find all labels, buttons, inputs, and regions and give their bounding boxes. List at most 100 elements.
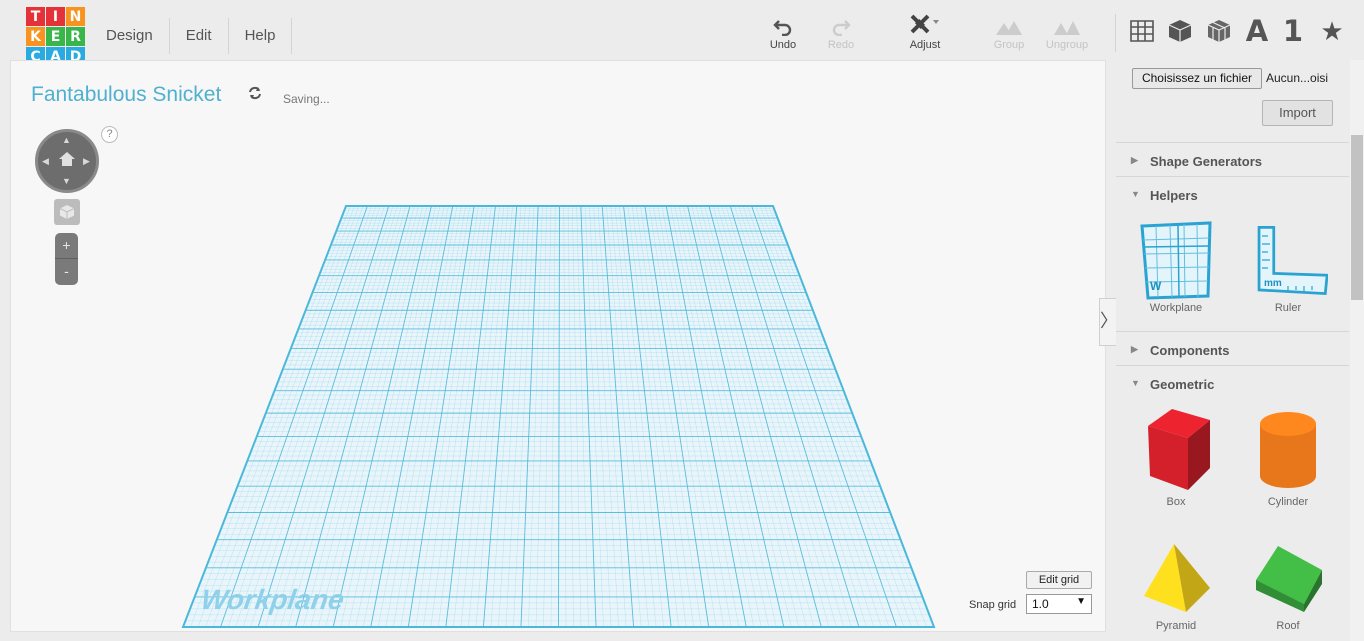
workplane-helper-icon: W (1140, 221, 1212, 300)
roof-shape-icon (1256, 546, 1322, 612)
section-geometric[interactable]: ▼ Geometric (1116, 365, 1349, 399)
logo-letter: E (46, 27, 65, 46)
star-icon: ★ (1320, 15, 1344, 46)
group-icon (996, 21, 1022, 35)
section-helpers[interactable]: ▼ Helpers (1116, 176, 1349, 210)
menu-help[interactable]: Help (229, 18, 293, 54)
tinkercad-logo[interactable]: TINKERCAD (26, 7, 85, 66)
adjust-button[interactable]: Adjust (895, 14, 955, 51)
view-help-button[interactable]: ? (101, 126, 118, 143)
ruler-helper-unit: mm (1264, 278, 1282, 289)
undo-label: Undo (769, 39, 797, 51)
logo-letter: T (26, 7, 45, 26)
refresh-icon (249, 86, 261, 100)
pan-left-icon[interactable]: ◀ (42, 156, 49, 167)
logo-letter: R (66, 27, 85, 46)
section-components[interactable]: ▶ Components (1116, 331, 1349, 365)
group-button[interactable]: Group (979, 14, 1039, 51)
group-label: Group (993, 39, 1025, 51)
collapsed-triangle-icon: ▶ (1131, 155, 1138, 165)
redo-label: Redo (827, 39, 855, 51)
menu-edit[interactable]: Edit (170, 18, 229, 54)
view-navigation-control[interactable]: ▲ ▼ ◀ ▶ (35, 129, 99, 193)
workplane-grid[interactable]: Workplane (11, 61, 1107, 633)
wire-cube-tool-button[interactable] (1205, 16, 1233, 46)
pan-up-icon[interactable]: ▲ (62, 135, 71, 145)
section-label: Shape Generators (1150, 154, 1262, 169)
helper-workplane[interactable]: W Workplane (1126, 220, 1226, 314)
snap-grid-value: 1.0 (1032, 597, 1049, 611)
adjust-icon (910, 14, 939, 34)
panel-scrollbar-thumb[interactable] (1351, 135, 1363, 300)
expanded-triangle-icon: ▼ (1131, 378, 1140, 388)
shape-label: Box (1166, 496, 1186, 508)
favorites-tool-button[interactable]: ★ (1318, 16, 1346, 46)
shape-roof[interactable]: Roof (1238, 540, 1338, 632)
redo-button[interactable]: Redo (811, 14, 871, 51)
number-tool-button[interactable]: 1 (1281, 14, 1305, 48)
helper-label: Workplane (1149, 302, 1203, 314)
dropdown-arrow-icon: ▼ (1076, 596, 1086, 607)
shape-label: Cylinder (1267, 496, 1309, 508)
zoom-out-button[interactable]: - (55, 259, 78, 285)
toolbar-divider (1115, 14, 1116, 52)
pan-right-icon[interactable]: ▶ (83, 156, 90, 167)
chosen-file-name: Aucun...oisi (1266, 71, 1329, 85)
redo-icon (832, 20, 851, 36)
ungroup-icon (1054, 21, 1080, 35)
logo-letter: I (46, 7, 65, 26)
shape-box[interactable]: Box (1126, 406, 1226, 508)
project-title[interactable]: Fantabulous Snicket (31, 83, 221, 107)
design-canvas[interactable]: Workplane Fantabulous Snicket Saving... … (10, 60, 1106, 632)
import-button[interactable]: Import (1262, 100, 1333, 126)
logo-letter: K (26, 27, 45, 46)
grid-tool-button[interactable] (1128, 16, 1156, 46)
main-menu: Design Edit Help (84, 18, 293, 54)
text-tool-label: A (1245, 14, 1269, 48)
refresh-button[interactable] (247, 85, 263, 106)
pyramid-shape-icon (1144, 544, 1210, 612)
snap-grid-label: Snap grid (969, 599, 1017, 611)
grid-icon (1130, 20, 1154, 42)
collapsed-triangle-icon: ▶ (1131, 344, 1138, 354)
ungroup-label: Ungroup (1045, 39, 1089, 51)
pan-down-icon[interactable]: ▼ (62, 176, 71, 186)
home-icon[interactable] (58, 151, 76, 167)
section-label: Components (1150, 343, 1230, 358)
number-tool-label: 1 (1282, 14, 1304, 48)
snap-grid-select[interactable]: 1.0 ▼ (1026, 594, 1092, 614)
section-label: Helpers (1150, 188, 1198, 203)
ungroup-button[interactable]: Ungroup (1037, 14, 1097, 51)
section-shape-generators[interactable]: ▶ Shape Generators (1116, 142, 1349, 176)
adjust-label: Adjust (909, 39, 941, 51)
expanded-triangle-icon: ▼ (1131, 189, 1140, 199)
solid-cube-tool-button[interactable] (1166, 16, 1194, 46)
edit-grid-button[interactable]: Edit grid (1026, 571, 1092, 589)
undo-icon (773, 20, 792, 36)
wire-cube-icon (1207, 20, 1231, 42)
section-label: Geometric (1150, 377, 1215, 392)
save-status: Saving... (283, 92, 330, 106)
ortho-view-button[interactable] (54, 199, 80, 225)
shapes-panel: Choisissez un fichier Aucun...oisi Impor… (1116, 60, 1349, 641)
logo-letter: N (66, 7, 85, 26)
zoom-in-button[interactable]: + (55, 233, 78, 259)
cylinder-shape-icon (1260, 412, 1316, 488)
choose-file-button[interactable]: Choisissez un fichier (1132, 68, 1262, 89)
workplane-label: Workplane (199, 584, 346, 615)
helper-label: Ruler (1274, 302, 1302, 314)
top-bar: TINKERCAD Design Edit Help Undo Redo Adj… (0, 0, 1364, 66)
shape-cylinder[interactable]: Cylinder (1238, 406, 1338, 508)
cube-icon (59, 205, 75, 219)
shape-label: Pyramid (1155, 620, 1197, 632)
ruler-helper-icon: mm (1257, 225, 1328, 296)
shape-label: Roof (1276, 620, 1300, 632)
text-tool-button[interactable]: A (1243, 14, 1271, 48)
solid-cube-icon (1168, 20, 1192, 42)
zoom-control: + - (55, 233, 78, 285)
box-shape-icon (1148, 409, 1210, 490)
menu-design[interactable]: Design (84, 18, 170, 54)
shape-pyramid[interactable]: Pyramid (1126, 540, 1226, 632)
undo-button[interactable]: Undo (753, 14, 813, 51)
helper-ruler[interactable]: mm Ruler (1238, 220, 1338, 314)
